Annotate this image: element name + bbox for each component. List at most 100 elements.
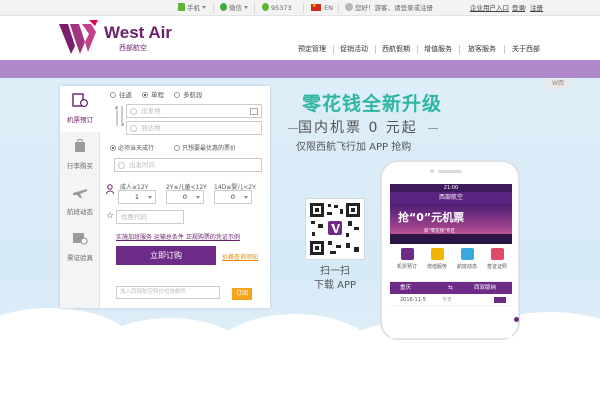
carousel-dot[interactable] <box>546 317 551 322</box>
trip-roundtrip-radio[interactable]: 往返 <box>110 91 132 100</box>
subscribe-input[interactable]: 加入西部航空特价短信邮件 <box>116 286 220 299</box>
mobile-icon <box>178 3 185 11</box>
nav-booking-management[interactable]: 预定管理 <box>298 43 326 55</box>
plane-icon <box>73 189 87 198</box>
adult-count-select[interactable]: 1 <box>118 190 156 204</box>
promo-detail: 仅限西航飞行加 APP 抢购 <box>296 142 412 153</box>
carousel-dot[interactable] <box>538 317 543 322</box>
greeting-text: 您好！游客，请 <box>355 4 401 12</box>
login-register-link[interactable]: 登录或注册 <box>401 4 434 12</box>
select-value: 0 <box>230 193 236 201</box>
swap-icon: ⇆ <box>448 285 453 291</box>
link-separator: / <box>524 3 526 13</box>
trip-oneway-radio[interactable]: 单程 <box>142 91 164 100</box>
carousel-dot[interactable] <box>514 317 519 322</box>
carousel-indicators <box>514 316 562 322</box>
subscribe-button[interactable]: 订阅 <box>232 288 252 300</box>
qr-caption-scan: 扫一扫 <box>320 266 350 277</box>
site-header: West Air 西部航空 预定管理 促销活动 西航假期 增值服务 旅客服务 关… <box>0 16 600 60</box>
wechat-icon <box>220 3 227 11</box>
carousel-dot[interactable] <box>554 317 559 322</box>
price-notice-link[interactable]: 价格查询须知 <box>222 252 258 261</box>
booking-form: 往返 单程 多航段 出发地 到达地 必须当天成行 只想要最优惠的票价 出发时间 … <box>104 86 270 308</box>
tab-flight-booking[interactable]: 机票预订 <box>60 86 101 132</box>
departure-input[interactable]: 出发地 <box>126 104 262 118</box>
phone-icon-status: 航班动态 <box>452 248 482 270</box>
nav-passenger-service[interactable]: 旅客服务 <box>468 43 496 55</box>
radio-label: 多航段 <box>183 91 203 99</box>
star-icon: ☆ <box>106 211 115 221</box>
calendar-icon <box>118 162 125 169</box>
phone-status-time: 21:00 <box>390 184 512 192</box>
enterprise-entry-label[interactable]: 企业用户入口 <box>470 4 509 12</box>
tab-luggage[interactable]: 行李购买 <box>60 132 100 178</box>
arrival-input[interactable]: 到达地 <box>126 121 262 135</box>
buy-now-button[interactable]: 立即订购 <box>116 246 216 265</box>
divider <box>428 128 438 129</box>
brand-name-cn: 西部航空 <box>119 44 147 52</box>
icon-label: 增值服务 <box>426 264 447 270</box>
location-icon <box>130 108 137 115</box>
nav-value-added[interactable]: 增值服务 <box>424 43 452 55</box>
chevron-down-icon <box>196 196 200 199</box>
phone-icon-services: 增值服务 <box>422 248 452 270</box>
language-label: EN <box>324 4 333 12</box>
wechat-menu[interactable]: 微信 <box>220 3 248 13</box>
top-bar: 手机 微信 95373 EN 您好！游客，请登录或注册 企业用户入口 登录 / … <box>0 0 600 16</box>
swap-cities-icon[interactable] <box>115 104 124 128</box>
mobile-menu[interactable]: 手机 <box>178 3 206 13</box>
hotline: 95373 <box>262 3 292 13</box>
same-day-option[interactable]: 必须当天成行 <box>110 144 154 153</box>
plane-ticket-icon <box>72 93 88 107</box>
chevron-down-icon <box>244 196 248 199</box>
promo-subline: 国内机票 0 元起 <box>298 120 418 136</box>
banner-title: 抢“0”元机票 <box>398 211 465 224</box>
qr-caption-download: 下载 APP <box>313 280 357 291</box>
tab-ticket-verify[interactable]: 票证验真 <box>60 224 100 270</box>
phone-banner: 抢“0”元机票 新"零花钱"专区 <box>390 204 512 244</box>
west-air-logo-icon[interactable] <box>58 20 98 56</box>
carousel-dot[interactable] <box>530 317 535 322</box>
select-value: 0 <box>182 193 188 201</box>
luggage-icon <box>75 139 85 152</box>
phone-icon-booking: 机票预订 <box>392 248 422 270</box>
icon-label: 签证证照 <box>486 264 507 270</box>
tab-label: 航班动态 <box>67 208 93 216</box>
register-label[interactable]: 注册 <box>530 4 543 12</box>
terms-links[interactable]: 实施加班服务 运输总条件 正规购票的凭证示例 <box>116 232 240 241</box>
departure-date-input[interactable]: 出发时间 <box>114 158 262 172</box>
city-list-icon[interactable] <box>250 108 258 115</box>
purple-banner-strip <box>0 60 600 78</box>
trip-multi-radio[interactable]: 多航段 <box>174 91 203 100</box>
tab-flight-status[interactable]: 航班动态 <box>60 178 100 224</box>
select-value: 1 <box>134 193 140 201</box>
phone-mockup: 21:00 西部航空 抢“0”元机票 新"零花钱"专区 机票预订 增值服务 航班… <box>380 160 520 340</box>
nav-holidays[interactable]: 西航假期 <box>382 43 410 55</box>
chevron-down-icon <box>244 6 248 9</box>
booking-panel: 机票预订 行李购买 航班动态 票证验真 往返 单程 多航段 出发地 到达地 必须… <box>60 86 270 308</box>
nav-about[interactable]: 关于西部 <box>512 43 540 55</box>
option-label: 只想要最优惠的票价 <box>182 145 237 152</box>
register-link[interactable]: 注册 <box>530 3 543 13</box>
phone-icon-row: 机票预订 增值服务 航班动态 签证证照 <box>390 244 512 282</box>
location-icon <box>130 125 137 132</box>
hotline-number: 95373 <box>271 4 292 12</box>
chevron-down-icon <box>202 6 206 9</box>
nav-promotions[interactable]: 促销活动 <box>340 43 368 55</box>
divider <box>288 128 298 129</box>
phone-date-note: 今天 <box>442 297 453 303</box>
enterprise-entry-link[interactable]: 企业用户入口 <box>470 3 509 13</box>
carousel-dot[interactable] <box>522 317 527 322</box>
lowest-price-option[interactable]: 只想要最优惠的票价 <box>174 144 236 153</box>
promo-headline: 零花钱全新升级 <box>302 93 443 115</box>
to-city: 西双版纳 <box>474 285 497 291</box>
phone-icon-visa: 签证证照 <box>482 248 512 270</box>
slash-text: / <box>524 4 527 12</box>
icon-label: 机票预订 <box>396 264 417 270</box>
language-switch[interactable]: EN <box>311 3 333 13</box>
child-count-select[interactable]: 0 <box>166 190 204 204</box>
radio-label: 往返 <box>119 91 132 99</box>
wechat-label: 微信 <box>229 4 242 12</box>
infant-count-select[interactable]: 0 <box>214 190 252 204</box>
promo-code-input[interactable]: 优惠代码 <box>116 210 184 224</box>
